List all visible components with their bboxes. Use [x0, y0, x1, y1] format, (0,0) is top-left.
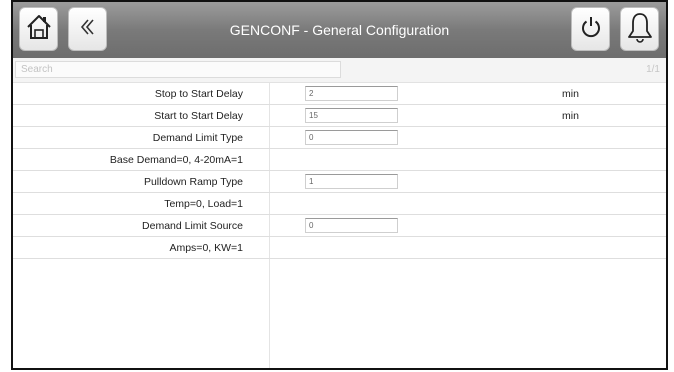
table-row: Pulldown Ramp Type	[13, 171, 666, 193]
row-label: Base Demand=0, 4-20mA=1	[109, 154, 243, 166]
header-bar: GENCONF - General Configuration	[13, 2, 666, 58]
bell-icon	[626, 11, 654, 48]
table-row: Base Demand=0, 4-20mA=1	[13, 149, 666, 171]
power-button[interactable]	[571, 7, 610, 51]
row-label: Demand Limit Type	[152, 132, 243, 144]
value-field[interactable]	[305, 86, 398, 101]
row-label: Pulldown Ramp Type	[143, 176, 243, 188]
row-label: Stop to Start Delay	[154, 88, 243, 100]
table-row: Start to Start Delay min	[13, 105, 666, 127]
unit-label: min	[562, 88, 579, 100]
table-row: Demand Limit Source	[13, 215, 666, 237]
row-label: Demand Limit Source	[142, 220, 243, 232]
search-result-count: 1/1	[646, 64, 660, 75]
app-window: GENCONF - General Configuration 1/1	[11, 0, 668, 370]
table-row: Stop to Start Delay min	[13, 83, 666, 105]
table-row: Demand Limit Type	[13, 127, 666, 149]
row-label: Start to Start Delay	[154, 110, 243, 122]
search-bar: 1/1	[13, 58, 666, 83]
value-field[interactable]	[305, 174, 398, 189]
alarm-button[interactable]	[620, 7, 659, 51]
power-icon	[578, 14, 604, 45]
unit-label: min	[562, 110, 579, 122]
double-chevron-left-icon	[77, 16, 99, 43]
back-button[interactable]	[68, 7, 107, 51]
config-table: Stop to Start Delay min Start to Start D…	[13, 83, 666, 259]
home-icon	[25, 13, 53, 46]
value-field[interactable]	[305, 108, 398, 123]
search-input[interactable]	[15, 61, 341, 78]
table-row: Amps=0, KW=1	[13, 237, 666, 259]
value-field[interactable]	[305, 218, 398, 233]
row-label: Temp=0, Load=1	[164, 198, 243, 210]
page-title: GENCONF - General Configuration	[229, 22, 450, 38]
value-field[interactable]	[305, 130, 398, 145]
table-row: Temp=0, Load=1	[13, 193, 666, 215]
row-label: Amps=0, KW=1	[169, 242, 243, 254]
home-button[interactable]	[19, 7, 58, 51]
